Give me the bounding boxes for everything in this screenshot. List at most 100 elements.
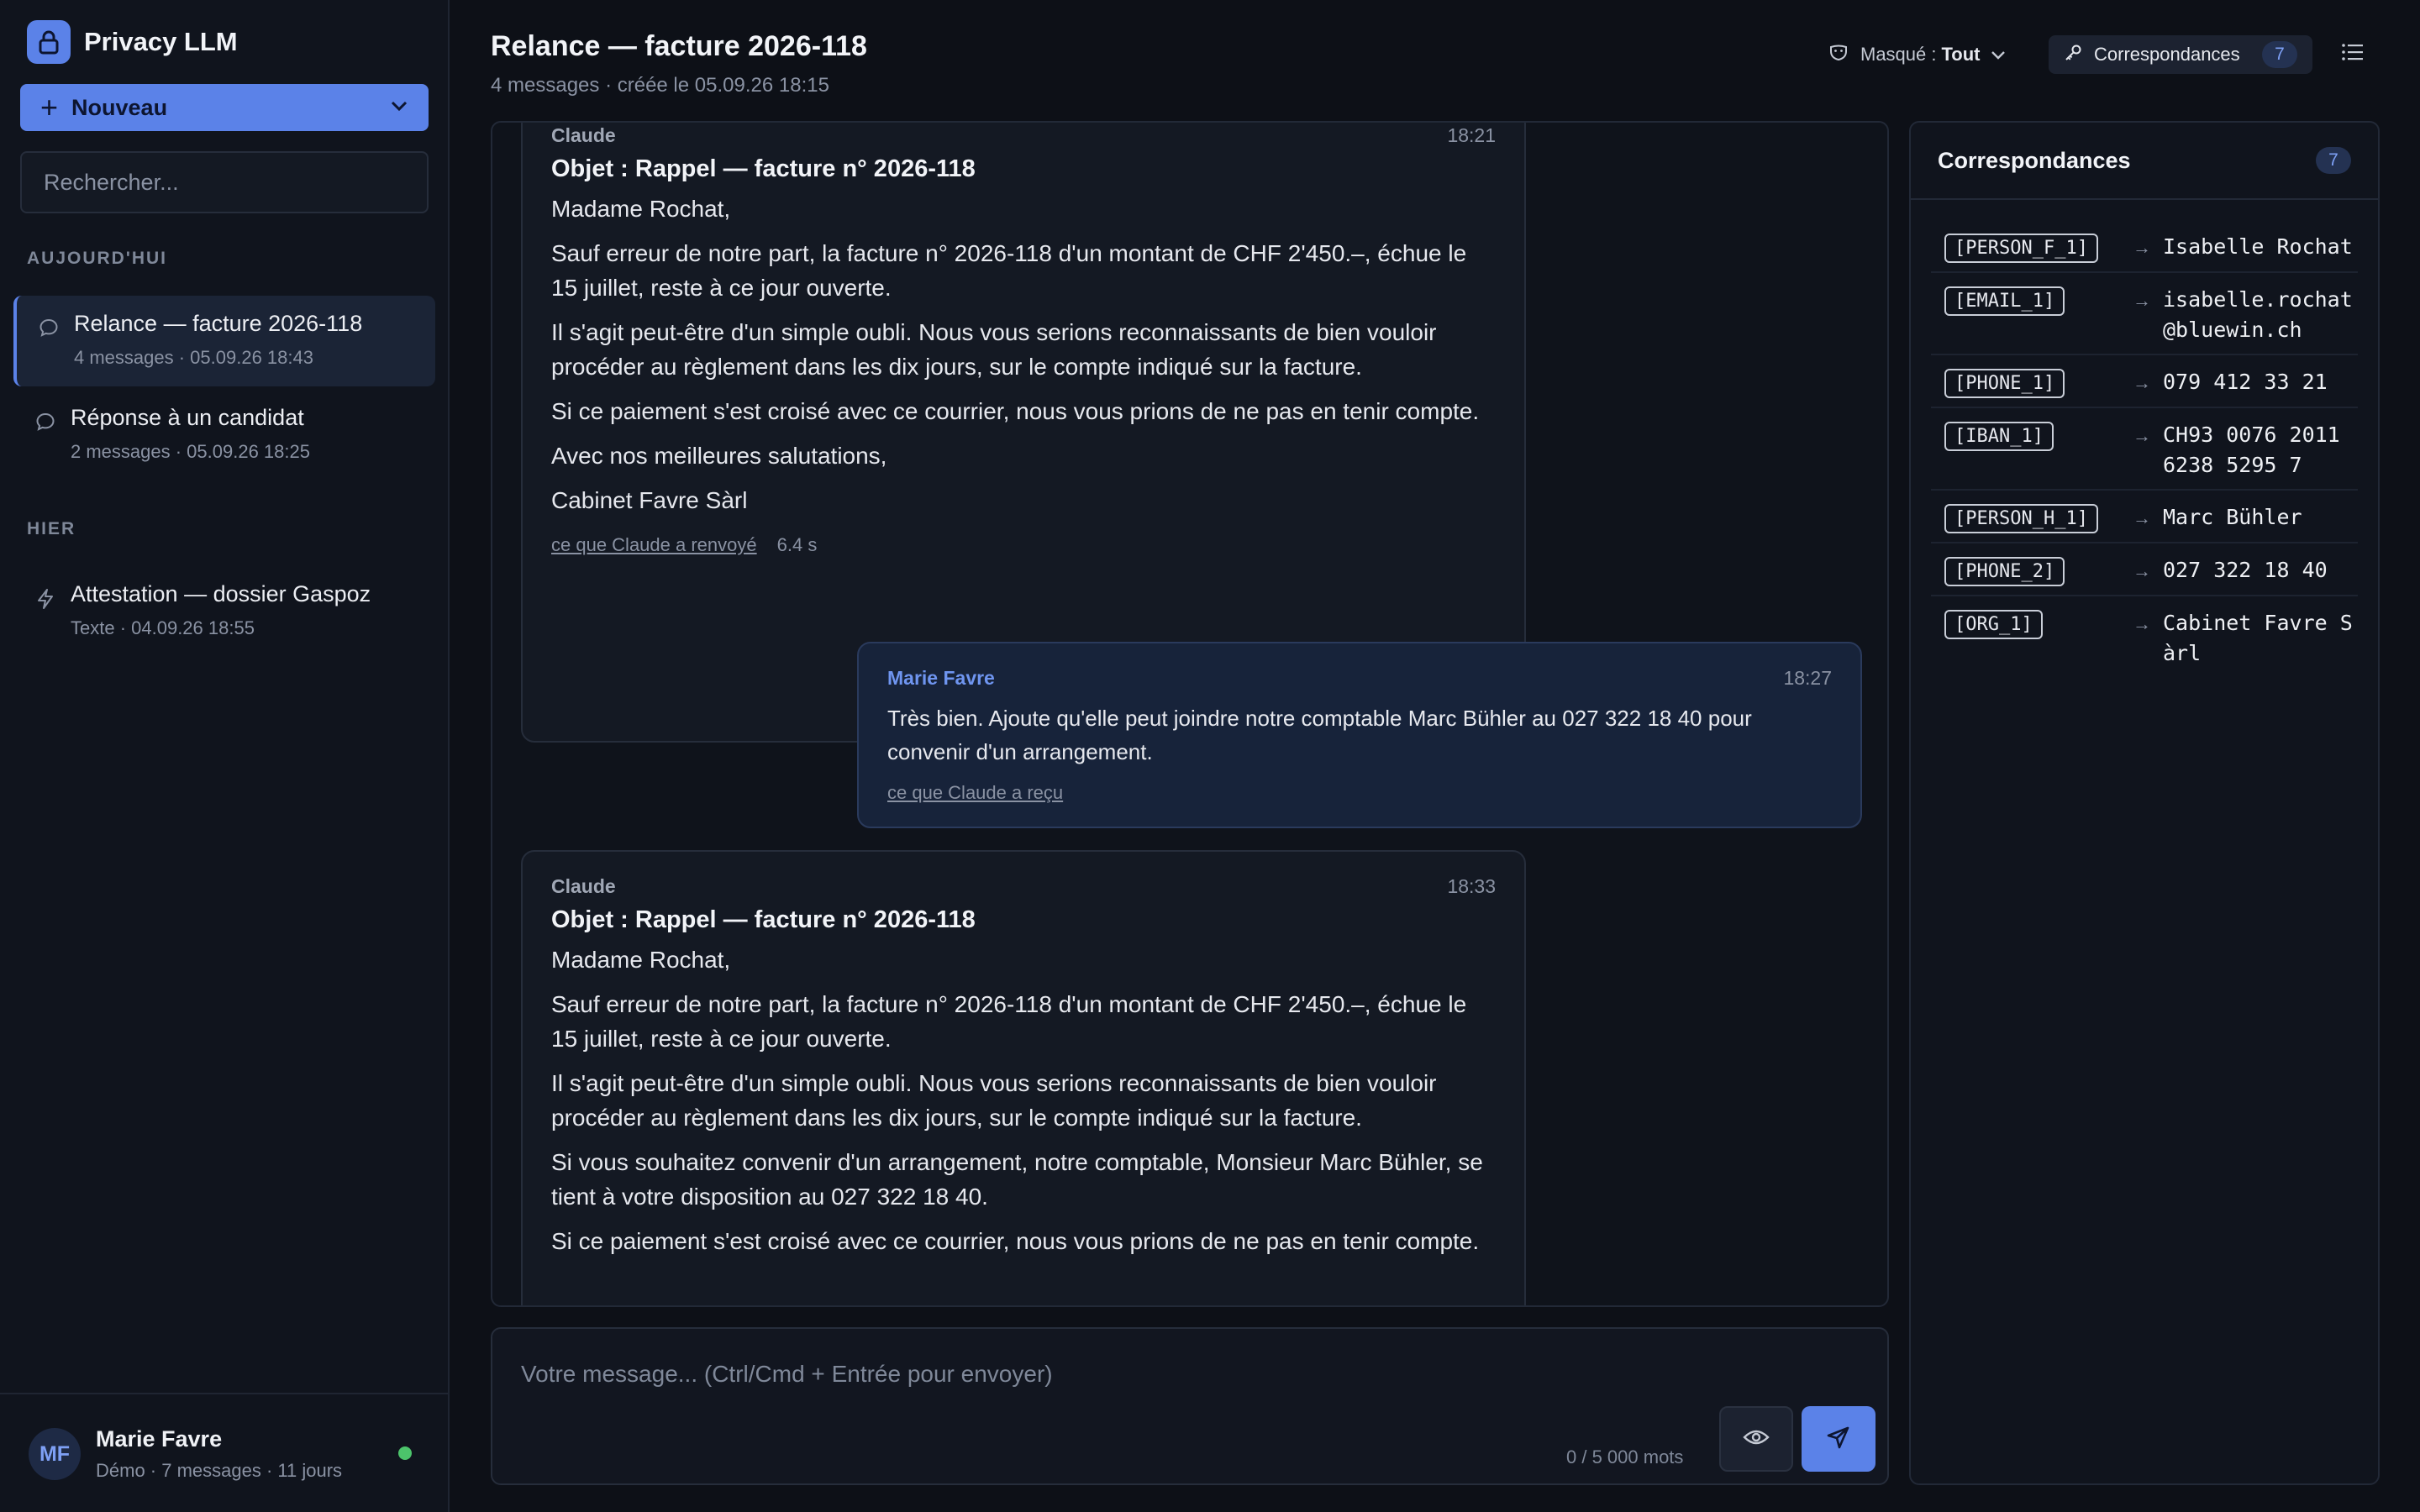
- avatar: MF: [29, 1428, 81, 1480]
- correspondences-button-label: Correspondances: [2094, 44, 2240, 65]
- brand: Privacy LLM: [27, 20, 238, 64]
- eye-icon: [1743, 1428, 1770, 1451]
- original-value: Cabinet Favre Sàrl: [2163, 611, 2353, 665]
- correspondences-list: [PERSON_F_1] → Isabelle Rochat [EMAIL_1]…: [1911, 200, 2378, 677]
- message-subject: Objet : Rappel — facture n° 2026-118: [551, 906, 976, 933]
- conversation-title: Réponse à un candidat: [71, 405, 304, 430]
- placeholder-token: [ORG_1]: [1944, 610, 2043, 639]
- lock-icon: [27, 20, 71, 64]
- message-paragraph: Très bien. Ajoute qu'elle peut joindre n…: [887, 706, 1752, 764]
- word-count: 0 / 5 000 mots: [1566, 1446, 1684, 1467]
- message-author: Claude: [551, 124, 616, 146]
- correspondence-row: [PERSON_H_1] → Marc Bühler: [1931, 491, 2358, 543]
- correspondences-count-badge: 7: [2262, 41, 2297, 68]
- new-conversation-button[interactable]: + Nouveau: [20, 84, 429, 131]
- message-paragraph: Madame Rochat,: [551, 196, 731, 222]
- lightning-icon: [35, 588, 55, 614]
- conversation-meta: 4 messages · 05.09.26 18:43: [74, 347, 313, 368]
- placeholder-token: [PHONE_1]: [1944, 369, 2065, 398]
- conversation-item-relance[interactable]: Relance — facture 2026-118 4 messages · …: [13, 296, 435, 386]
- preview-button[interactable]: [1719, 1406, 1793, 1472]
- message-input[interactable]: [519, 1359, 1696, 1410]
- new-button-label: Nouveau: [71, 94, 168, 120]
- message-header: Claude 18:21: [551, 124, 1496, 147]
- assistant-message: Claude 18:33 Objet : Rappel — facture n°…: [521, 850, 1526, 1305]
- placeholder-token: [PHONE_2]: [1944, 557, 2065, 586]
- correspondence-row: [IBAN_1] → CH93 0076 2011 6238 5295 7: [1931, 408, 2358, 491]
- key-icon: [2064, 44, 2082, 66]
- claude-received-link[interactable]: ce que Claude a reçu: [887, 782, 1063, 804]
- user-profile[interactable]: MF Marie Favre Démo · 7 messages · 11 jo…: [0, 1393, 450, 1512]
- page-title: Relance — facture 2026-118: [491, 30, 867, 62]
- message-paragraph: Si vous souhaitez convenir d'un arrangem…: [551, 1149, 1483, 1210]
- correspondence-row: [PHONE_1] → 079 412 33 21: [1931, 355, 2358, 408]
- message-author: Marie Favre: [887, 667, 995, 689]
- message-paragraph: Sauf erreur de notre part, la facture n°…: [551, 991, 1467, 1052]
- message-paragraph: Avec nos meilleures salutations,: [551, 443, 887, 469]
- arrow-right-icon: →: [2133, 613, 2151, 634]
- arrow-right-icon: →: [2133, 560, 2151, 581]
- arrow-right-icon: →: [2133, 425, 2151, 446]
- placeholder-token: [PERSON_H_1]: [1944, 504, 2098, 533]
- message-footer: ce que Claude a reçu: [887, 782, 1832, 804]
- send-icon: [1826, 1425, 1851, 1454]
- arrow-right-icon: →: [2133, 507, 2151, 528]
- app-root: Privacy LLM + Nouveau AUJOURD'HUI Relanc…: [0, 0, 2420, 1512]
- message-paragraph: Madame Rochat,: [551, 947, 731, 973]
- list-menu-icon[interactable]: [2341, 42, 2365, 66]
- message-paragraph: Cabinet Favre Sàrl: [551, 487, 748, 513]
- online-status-dot: [398, 1446, 412, 1460]
- message-header: Marie Favre 18:27: [887, 667, 1832, 690]
- original-value: isabelle.rochat@bluewin.ch: [2163, 287, 2353, 342]
- placeholder-token: [EMAIL_1]: [1944, 286, 2065, 316]
- sidebar: Privacy LLM + Nouveau AUJOURD'HUI Relanc…: [0, 0, 450, 1512]
- chat-panel[interactable]: Claude 18:21 Objet : Rappel — facture n°…: [491, 121, 1889, 1307]
- correspondences-button[interactable]: Correspondances 7: [2049, 35, 2312, 74]
- conversation-item-attestation[interactable]: Attestation — dossier Gaspoz Texte · 04.…: [13, 566, 435, 657]
- correspondence-row: [PHONE_2] → 027 322 18 40: [1931, 543, 2358, 596]
- original-value: Isabelle Rochat: [2163, 234, 2353, 259]
- mask-selector[interactable]: Masqué : Tout: [1828, 37, 2006, 72]
- arrow-right-icon: →: [2133, 290, 2151, 311]
- section-yesterday-label: HIER: [27, 519, 76, 538]
- conversation-item-reponse[interactable]: Réponse à un candidat 2 messages · 05.09…: [13, 390, 435, 480]
- arrow-right-icon: →: [2133, 237, 2151, 258]
- chat-bubble-icon: [39, 318, 59, 342]
- conversation-title: Relance — facture 2026-118: [74, 311, 363, 336]
- message-paragraph: Il s'agit peut-être d'un simple oubli. N…: [551, 319, 1437, 380]
- search-box: [20, 151, 429, 213]
- search-input[interactable]: [42, 168, 407, 197]
- message-paragraph: Il s'agit peut-être d'un simple oubli. N…: [551, 1070, 1437, 1131]
- original-value: CH93 0076 2011 6238 5295 7: [2163, 423, 2340, 477]
- message-time: 18:27: [1783, 667, 1832, 689]
- message-footer: ce que Claude a renvoyé 6.4 s: [551, 534, 1496, 556]
- claude-returned-link[interactable]: ce que Claude a renvoyé: [551, 534, 757, 556]
- correspondences-count-badge: 7: [2316, 147, 2351, 174]
- send-button[interactable]: [1802, 1406, 1876, 1472]
- chat-bubble-icon: [35, 412, 55, 436]
- conversation-title: Attestation — dossier Gaspoz: [71, 581, 371, 606]
- message-header: Claude 18:33: [551, 875, 1496, 898]
- conversation-meta: Texte · 04.09.26 18:55: [71, 617, 255, 638]
- chevron-down-icon[interactable]: [390, 100, 408, 116]
- correspondence-row: [ORG_1] → Cabinet Favre Sàrl: [1931, 596, 2358, 677]
- message-author: Claude: [551, 875, 616, 897]
- original-value: 027 322 18 40: [2163, 558, 2328, 582]
- mask-icon: [1828, 42, 1849, 67]
- mask-label: Masqué :: [1860, 44, 1937, 65]
- message-time: 18:33: [1447, 875, 1496, 897]
- original-value: Marc Bühler: [2163, 505, 2302, 529]
- original-value: 079 412 33 21: [2163, 370, 2328, 394]
- message-paragraph: Sauf erreur de notre part, la facture n°…: [551, 240, 1467, 301]
- chevron-down-icon: [1991, 44, 2006, 66]
- mask-value: Tout: [1941, 44, 1981, 65]
- conversation-meta: 2 messages · 05.09.26 18:25: [71, 441, 310, 462]
- message-subject: Objet : Rappel — facture n° 2026-118: [551, 155, 976, 182]
- page-subtitle: 4 messages · créée le 05.09.26 18:15: [491, 74, 829, 97]
- plus-icon: +: [40, 90, 59, 124]
- correspondence-row: [PERSON_F_1] → Isabelle Rochat: [1931, 220, 2358, 273]
- message-paragraph: Si ce paiement s'est croisé avec ce cour…: [551, 398, 1480, 424]
- message-paragraph: Si ce paiement s'est croisé avec ce cour…: [551, 1228, 1480, 1254]
- section-today-label: AUJOURD'HUI: [27, 249, 168, 268]
- placeholder-token: [IBAN_1]: [1944, 422, 2054, 451]
